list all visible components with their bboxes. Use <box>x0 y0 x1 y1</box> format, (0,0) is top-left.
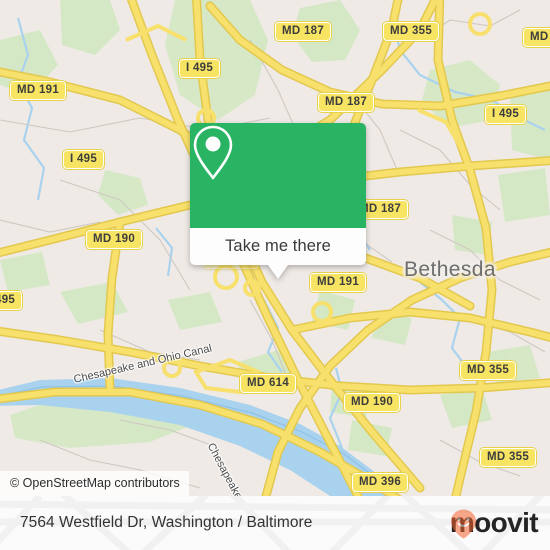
road-shield[interactable]: I 495 <box>483 104 528 125</box>
location-pin-icon <box>193 125 233 180</box>
road-shield[interactable]: MD 187 <box>316 92 376 113</box>
destination-address: 7564 Westfield Dr, Washington / Baltimor… <box>20 514 313 531</box>
road-shield[interactable]: I 495 <box>61 149 106 170</box>
road-shield[interactable]: MD 190 <box>342 392 402 413</box>
road-shield[interactable]: MD 355 <box>458 360 518 381</box>
road-shield[interactable]: MD 396 <box>350 472 410 493</box>
road-shield[interactable]: 495 <box>0 290 24 311</box>
callout-pin-area <box>190 123 366 228</box>
road-shield[interactable]: MD 1 <box>522 27 550 48</box>
road-shield[interactable]: MD 191 <box>8 80 68 101</box>
footer-bar: 7564 Westfield Dr, Washington / Baltimor… <box>0 496 550 550</box>
road-shield[interactable]: MD 355 <box>381 21 441 42</box>
callout-pointer <box>268 265 288 279</box>
road-shield[interactable]: MD 187 <box>273 21 333 42</box>
map-screenshot: Bethesda Chesapeake and Ohio Canal Chesa… <box>0 0 550 550</box>
map-canvas[interactable]: Bethesda Chesapeake and Ohio Canal Chesa… <box>0 0 550 496</box>
road-shield[interactable]: MD 190 <box>84 229 144 250</box>
osm-attribution[interactable]: © OpenStreetMap contributors <box>0 471 189 496</box>
moovit-smiling-pin-icon <box>450 509 476 539</box>
road-shield[interactable]: MD 191 <box>308 272 368 293</box>
moovit-logo[interactable]: moovit <box>450 509 539 539</box>
place-label-bethesda: Bethesda <box>404 258 496 281</box>
destination-callout-card[interactable]: Take me there <box>190 123 366 279</box>
road-shield[interactable]: MD 355 <box>478 447 538 468</box>
road-shield[interactable]: I 495 <box>177 58 222 79</box>
road-shield[interactable]: MD 614 <box>238 373 298 394</box>
take-me-there-button[interactable]: Take me there <box>190 228 366 265</box>
